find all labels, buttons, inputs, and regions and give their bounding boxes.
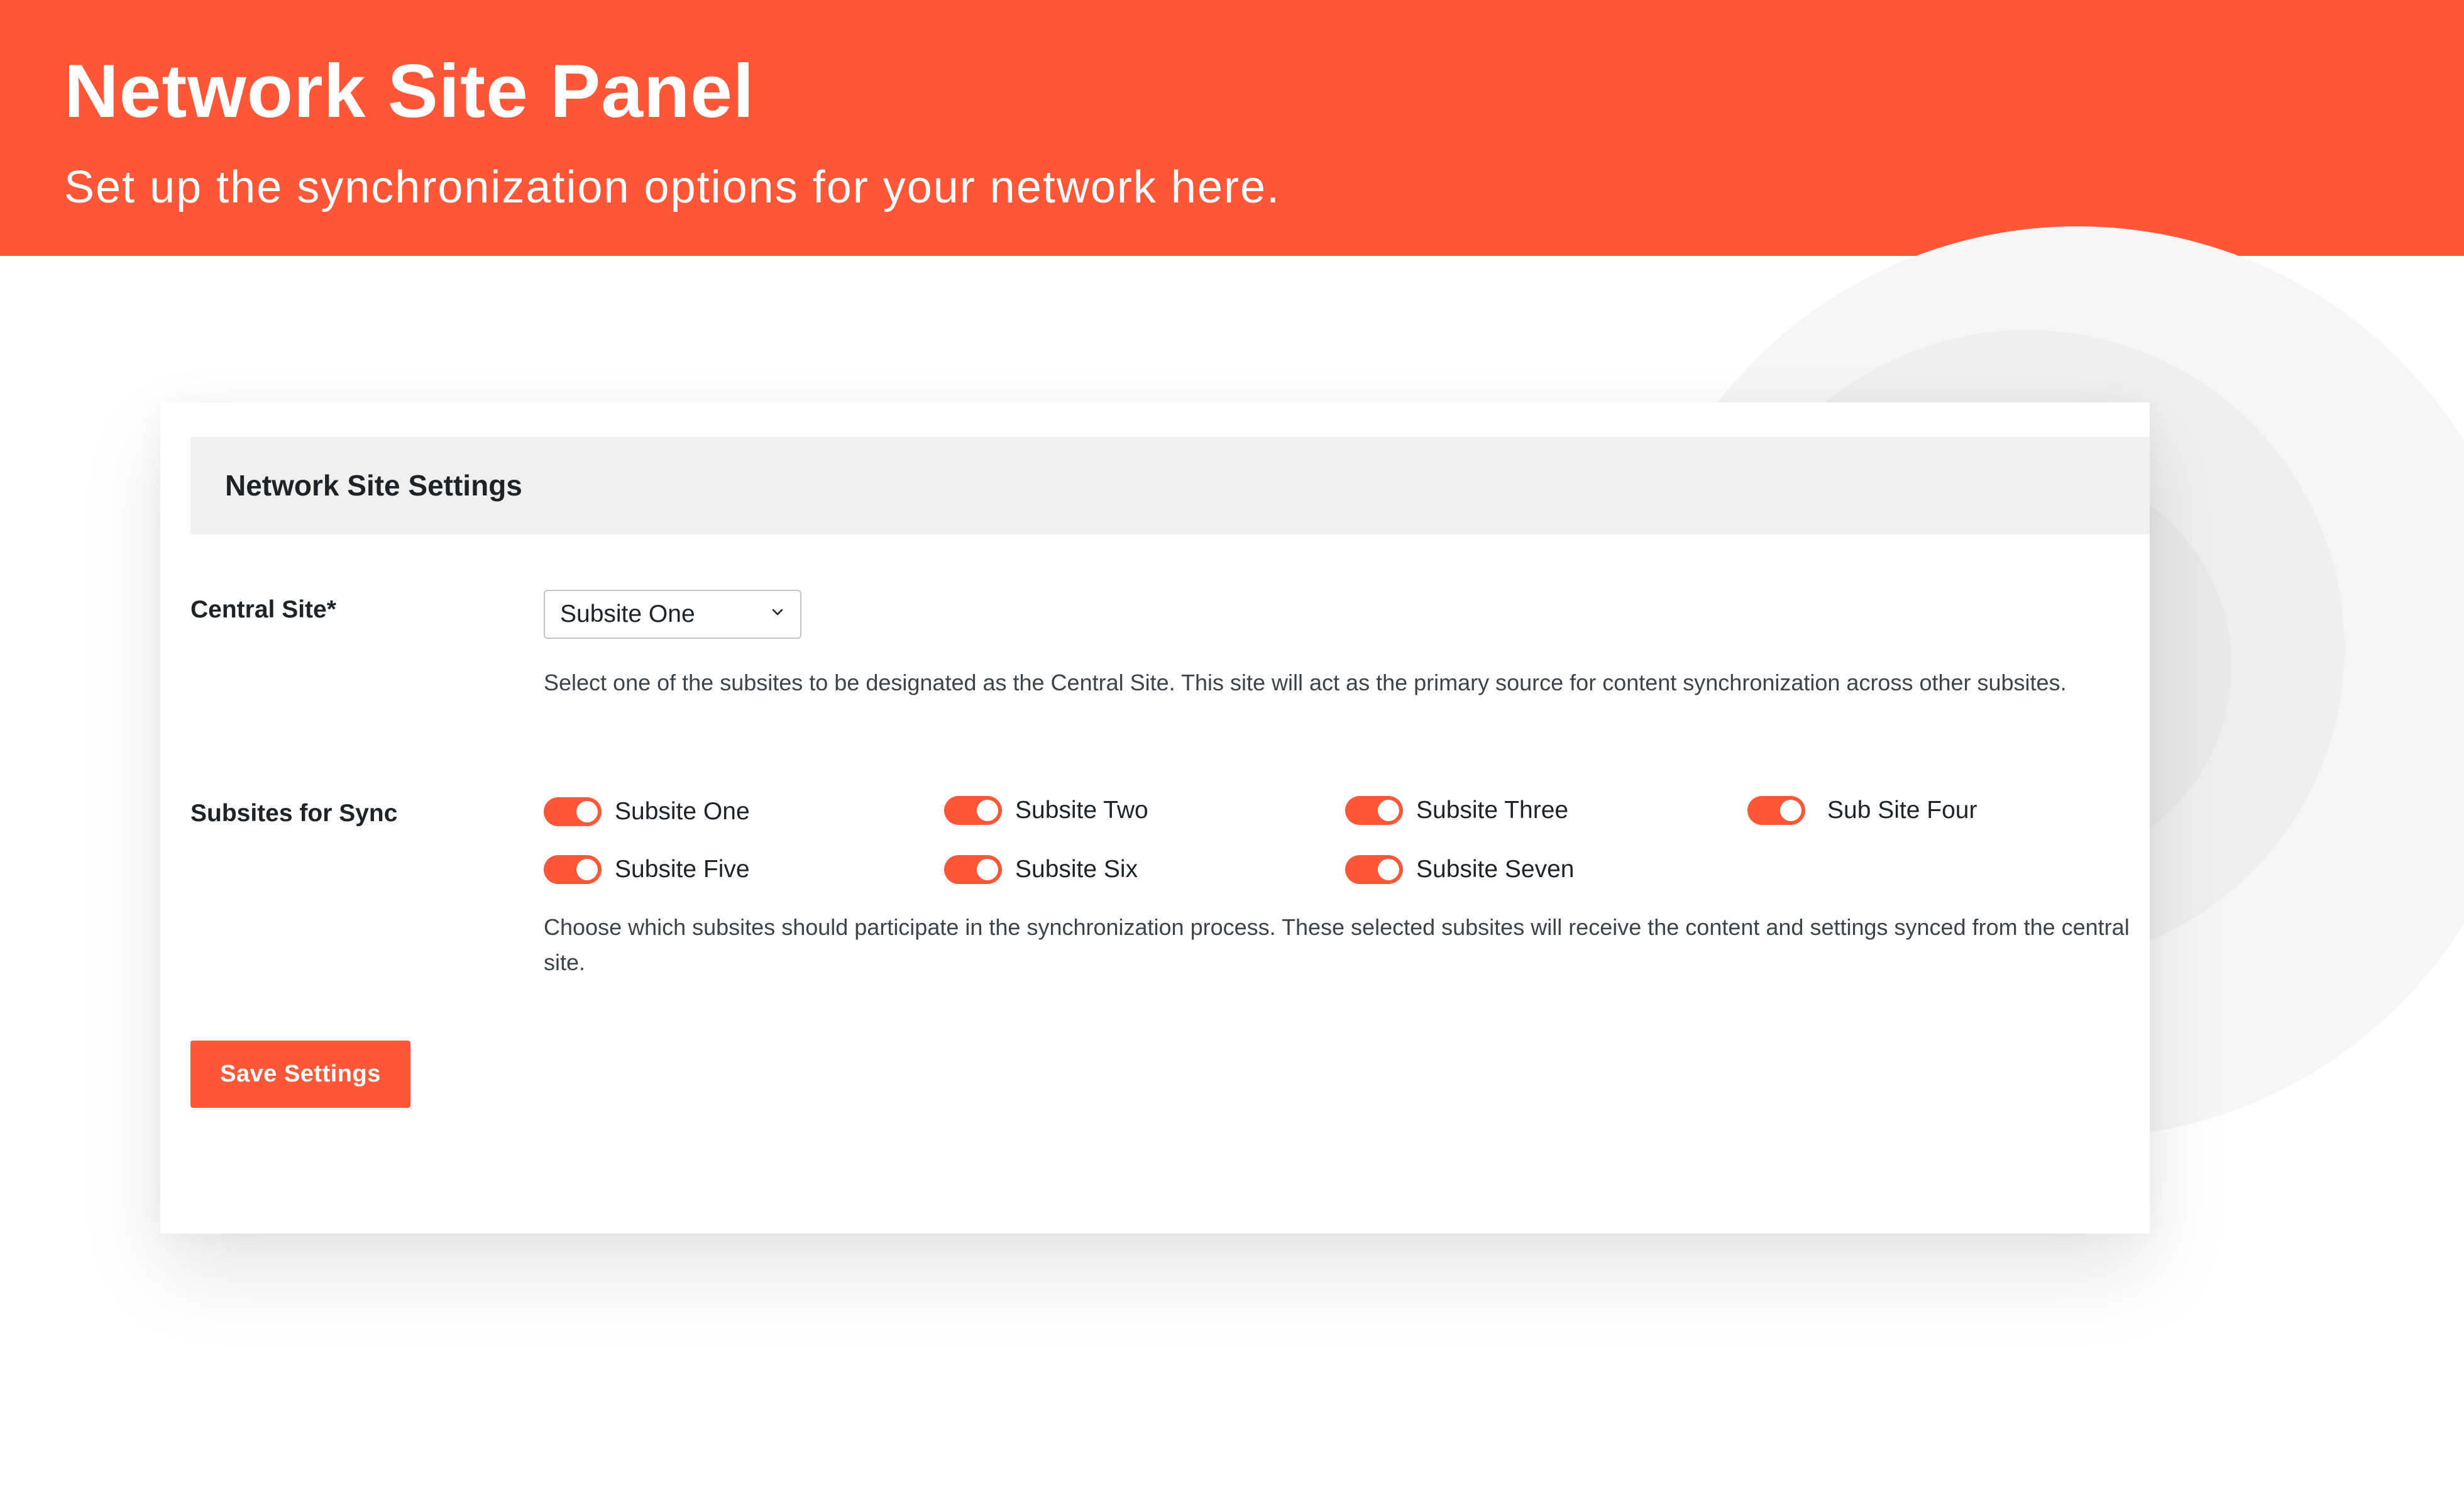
toggle-switch[interactable] [544,797,602,826]
toggle-knob [1780,800,1801,821]
page-banner: Network Site Panel Set up the synchroniz… [0,0,2464,256]
toggle-switch[interactable] [1747,796,1805,825]
central-site-selected-value: Subsite One [560,591,695,638]
toggle-knob [576,801,598,822]
toggle-label: Subsite Seven [1416,853,1575,886]
toggle-label: Sub Site Four [1827,794,1977,827]
toggle-switch[interactable] [1345,855,1403,884]
page-subtitle: Set up the synchronization options for y… [64,156,1280,219]
central-site-description: Select one of the subsites to be designa… [544,665,2140,700]
subsites-sync-label: Subsites for Sync [190,800,397,827]
toggle-knob [1378,800,1399,821]
save-settings-button[interactable]: Save Settings [190,1041,410,1108]
central-site-label: Central Site* [190,596,336,624]
toggle-knob [1378,859,1399,880]
card-header: Network Site Settings [190,437,2150,534]
toggle-label: Subsite Three [1416,794,1568,827]
central-site-select[interactable]: Subsite One [544,590,801,639]
chevron-down-icon [771,606,784,619]
toggle-label: Subsite One [615,795,750,828]
toggle-knob [977,800,998,821]
page-title: Network Site Panel [64,44,754,138]
toggle-label: Subsite Six [1015,853,1138,886]
toggle-knob [977,859,998,880]
toggle-switch[interactable] [944,855,1002,884]
toggle-switch[interactable] [944,796,1002,825]
toggle-knob [576,859,598,880]
settings-card: Network Site Settings Central Site* Subs… [160,402,2150,1234]
toggle-switch[interactable] [544,855,602,884]
card-title: Network Site Settings [225,437,522,534]
subsites-sync-description: Choose which subsites should participate… [544,910,2140,980]
toggle-switch[interactable] [1345,796,1403,825]
toggle-label: Subsite Five [615,853,750,886]
toggle-label: Subsite Two [1015,794,1148,827]
